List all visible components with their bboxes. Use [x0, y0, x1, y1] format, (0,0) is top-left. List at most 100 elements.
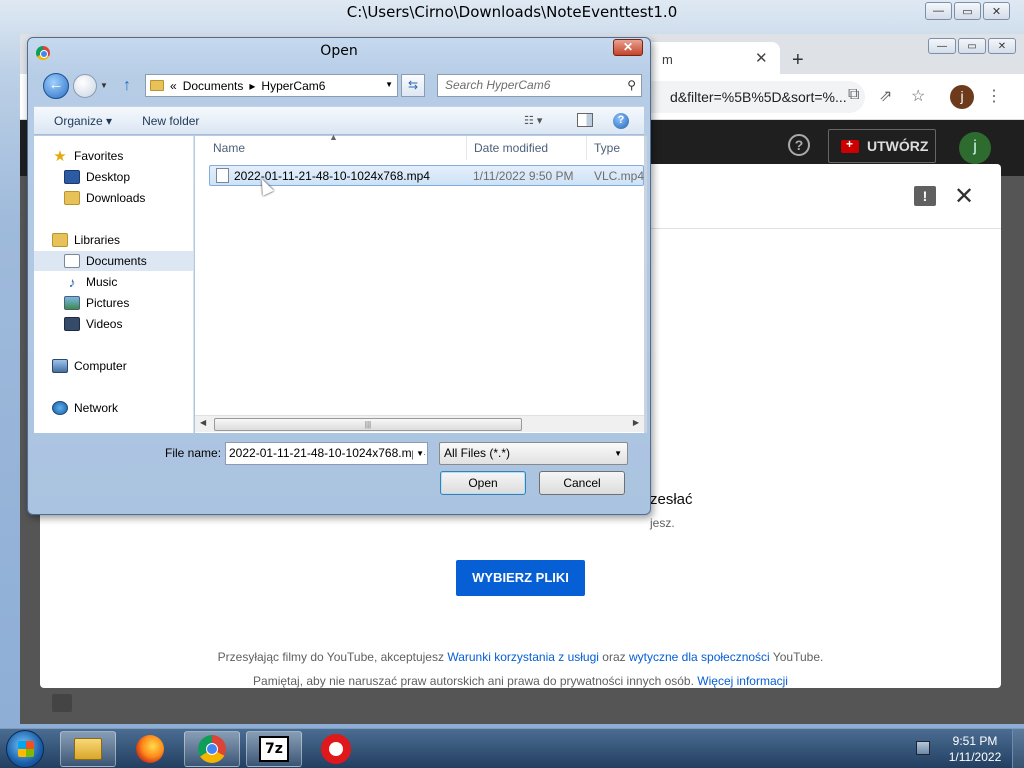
drop-prompt: zesłać: [650, 491, 693, 508]
taskbar-chrome[interactable]: [184, 731, 240, 767]
navigation-pane: ★ Favorites Desktop Downloads Libraries …: [34, 136, 194, 433]
terms-of-service-link[interactable]: Warunki korzystania z usługi: [447, 650, 599, 664]
star-icon[interactable]: ☆: [911, 86, 925, 106]
show-desktop-button[interactable]: [1012, 729, 1024, 768]
nav-libraries[interactable]: Libraries: [52, 230, 211, 250]
nav-label: Documents: [86, 254, 147, 268]
scroll-right-icon[interactable]: ▶: [633, 418, 639, 427]
open-button[interactable]: Open: [440, 471, 526, 495]
nav-label: Videos: [86, 317, 123, 331]
menu-icon[interactable]: ⋮: [986, 86, 1002, 106]
address-bar[interactable]: d&filter=%5B%5D&sort=%...: [640, 81, 865, 113]
music-icon: ♪: [68, 274, 76, 290]
chrome-icon: [198, 735, 226, 763]
organize-button[interactable]: Organize ▾: [54, 114, 112, 128]
new-tab-button[interactable]: +: [792, 49, 804, 72]
network-tray-icon[interactable]: [916, 741, 930, 755]
file-name-value: 2022-01-11-21-48-10-1024x768.mp4: [229, 446, 425, 460]
outer-window-controls: — ▭ ✕: [925, 2, 1010, 20]
minimize-button[interactable]: —: [925, 2, 952, 20]
refresh-icon[interactable]: ⇆: [401, 74, 425, 97]
back-arrow-icon[interactable]: ←: [43, 73, 69, 99]
close-button[interactable]: ✕: [983, 2, 1010, 20]
dialog-title: Open: [320, 43, 358, 59]
nav-label: Music: [86, 275, 118, 289]
preview-pane-icon[interactable]: [577, 113, 593, 127]
horizontal-scrollbar[interactable]: ◀ ||| ▶: [195, 415, 644, 432]
browser-close-button[interactable]: ✕: [988, 38, 1016, 54]
firefox-icon: [136, 735, 164, 763]
vertical-scrollbar[interactable]: [644, 136, 647, 433]
star-icon: ★: [53, 148, 67, 165]
share-icon[interactable]: ⇗: [879, 86, 892, 106]
browser-maximize-button[interactable]: ▭: [958, 38, 986, 54]
file-row[interactable]: 2022-01-11-21-48-10-1024x768.mp4 1/11/20…: [209, 165, 644, 186]
system-clock[interactable]: 9:51 PM 1/11/2022: [940, 733, 1010, 765]
taskbar-7zip[interactable]: 7z: [246, 731, 302, 767]
chevron-down-icon[interactable]: ▼: [385, 80, 393, 89]
nav-label: Libraries: [74, 233, 121, 247]
column-header-date[interactable]: Date modified: [467, 136, 587, 160]
file-name-label: File name:: [165, 446, 222, 460]
browser-window-controls: — ▭ ✕: [928, 38, 1016, 54]
help-icon[interactable]: ?: [613, 113, 629, 129]
file-type-select[interactable]: All Files (*.*) ▼: [439, 442, 628, 465]
view-options-icon[interactable]: ☷ ▾: [524, 114, 542, 127]
recent-locations-dropdown[interactable]: ▼: [100, 81, 108, 90]
terms-line: Przesyłając filmy do YouTube, akceptujes…: [40, 650, 1001, 664]
close-icon[interactable]: ✕: [954, 182, 974, 211]
copyright-text: Pamiętaj, aby nie naruszać praw autorski…: [253, 674, 694, 688]
file-icon: [216, 168, 229, 183]
create-button[interactable]: UTWÓRZ: [828, 129, 936, 163]
chevron-down-icon[interactable]: ▼: [413, 443, 424, 464]
up-arrow-icon[interactable]: ↑: [123, 77, 131, 95]
downloads-folder-icon: [64, 191, 80, 205]
forward-arrow-icon[interactable]: [73, 74, 97, 98]
nav-favorites[interactable]: ★ Favorites: [52, 146, 211, 166]
more-info-link[interactable]: Więcej informacji: [697, 674, 788, 688]
feedback-icon[interactable]: !: [914, 186, 936, 206]
profile-avatar[interactable]: j: [950, 85, 974, 109]
sidebar-feedback-icon[interactable]: [52, 694, 72, 712]
youtube-avatar[interactable]: j: [959, 132, 991, 164]
community-guidelines-link[interactable]: wytyczne dla społeczności: [629, 650, 770, 664]
column-header-name[interactable]: Name: [206, 136, 467, 160]
taskbar-firefox[interactable]: [122, 731, 178, 767]
search-input[interactable]: Search HyperCam6 ⚲: [437, 74, 642, 97]
clock-date: 1/11/2022: [948, 750, 1002, 764]
tab-title: m: [662, 52, 673, 67]
address-breadcrumb[interactable]: « Documents ▸ HyperCam6 ▼: [145, 74, 398, 97]
taskbar-explorer[interactable]: [60, 731, 116, 767]
column-header-type[interactable]: Type: [587, 136, 644, 160]
terms-text: Przesyłając filmy do YouTube, akceptujes…: [217, 650, 444, 664]
search-icon[interactable]: ⚲: [627, 75, 636, 96]
breadcrumb-overflow[interactable]: «: [170, 79, 177, 93]
dialog-close-button[interactable]: ✕: [613, 39, 643, 56]
maximize-button[interactable]: ▭: [954, 2, 981, 20]
scroll-left-icon[interactable]: ◀: [200, 418, 206, 427]
breadcrumb-separator[interactable]: ▸: [249, 79, 255, 93]
recorder-icon: [321, 734, 351, 764]
search-placeholder: Search HyperCam6: [445, 78, 551, 92]
help-icon[interactable]: ?: [788, 134, 810, 156]
nav-computer[interactable]: Computer: [52, 356, 211, 376]
file-name-input[interactable]: 2022-01-11-21-48-10-1024x768.mp4 ▼: [225, 442, 428, 465]
nav-network[interactable]: Network: [52, 398, 211, 418]
copyright-line: Pamiętaj, aby nie naruszać praw autorski…: [40, 674, 1001, 688]
scrollbar-thumb[interactable]: |||: [214, 418, 522, 431]
translate-icon[interactable]: ⧉: [848, 86, 859, 104]
file-type: VLC.mp4: [594, 169, 645, 183]
tab-close-icon[interactable]: ✕: [755, 49, 768, 67]
breadcrumb-hypercam6[interactable]: HyperCam6: [261, 79, 325, 93]
start-button[interactable]: [6, 730, 44, 768]
open-file-dialog: Open ✕ ← ▼ ↑ « Documents ▸ HyperCam6 ▼ ⇆…: [27, 37, 651, 515]
select-files-button[interactable]: WYBIERZ PLIKI: [456, 560, 585, 596]
nav-documents[interactable]: Documents: [34, 251, 193, 271]
create-label: UTWÓRZ: [867, 138, 929, 154]
documents-icon: [64, 254, 80, 268]
browser-minimize-button[interactable]: —: [928, 38, 956, 54]
new-folder-button[interactable]: New folder: [142, 114, 199, 128]
cancel-button[interactable]: Cancel: [539, 471, 625, 495]
taskbar-recorder[interactable]: [308, 731, 364, 767]
breadcrumb-documents[interactable]: Documents: [183, 79, 244, 93]
